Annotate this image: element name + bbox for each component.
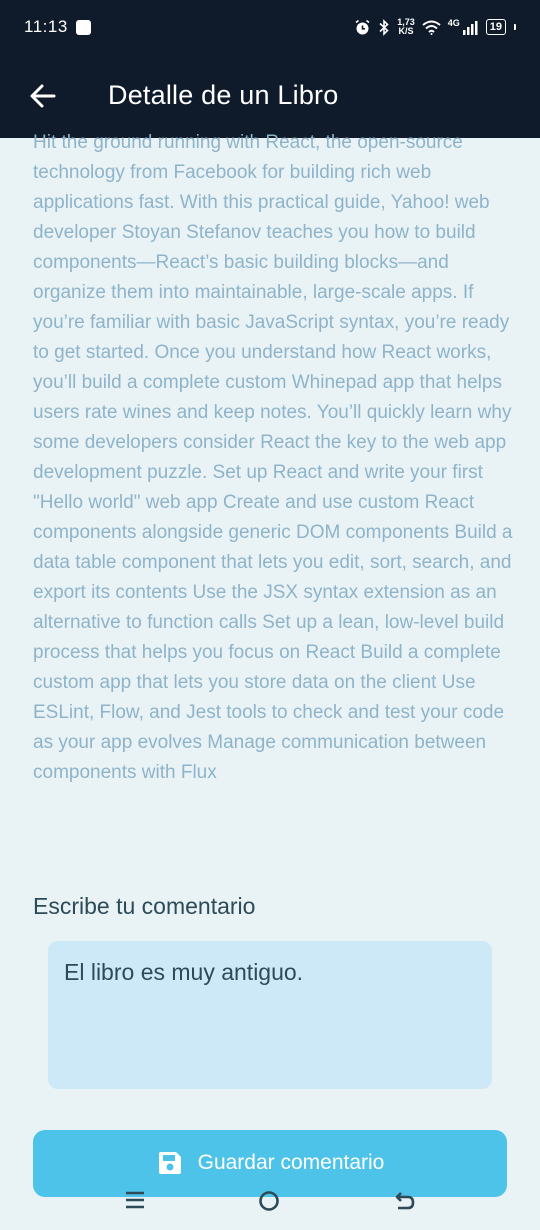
- page-title: Detalle de un Libro: [108, 80, 339, 110]
- status-bar: 11:13 1,73 K/S 4G 19: [0, 0, 540, 54]
- battery-level: 19: [489, 21, 502, 33]
- notification-icon: [75, 19, 91, 35]
- battery-icon: 19: [485, 19, 506, 35]
- save-comment-label: Guardar comentario: [197, 1151, 385, 1174]
- app-bar: Detalle de un Libro: [0, 54, 540, 138]
- network-speed-unit: K/S: [398, 26, 414, 36]
- back-arrow-icon[interactable]: [28, 81, 58, 111]
- battery-tip: [514, 24, 516, 30]
- book-description: Hit the ground running with React, the o…: [33, 132, 513, 783]
- network-type: 4G: [447, 18, 460, 28]
- comment-input[interactable]: El libro es muy antiguo.: [48, 941, 492, 1089]
- status-icons: 1,73 K/S 4G 19: [354, 18, 516, 36]
- back-nav-icon[interactable]: [394, 1190, 416, 1212]
- cell-signal-icon: [462, 20, 478, 35]
- bluetooth-icon: [379, 18, 389, 36]
- network-speed: 1,73 K/S: [397, 18, 415, 36]
- home-icon[interactable]: [258, 1190, 280, 1212]
- status-time: 11:13: [24, 17, 68, 36]
- save-icon: [158, 1152, 181, 1174]
- system-nav-bar: [0, 1178, 540, 1230]
- wifi-icon: [422, 20, 441, 35]
- recent-apps-icon[interactable]: [124, 1190, 146, 1210]
- comment-label: Escribe tu comentario: [33, 893, 256, 919]
- alarm-icon: [355, 19, 370, 34]
